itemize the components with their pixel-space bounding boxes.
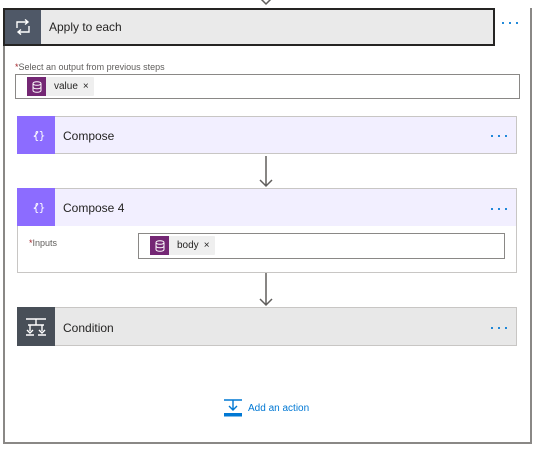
add-action-icon [224,399,242,417]
svg-text:}: } [39,129,46,142]
value-token[interactable]: value × [27,77,94,96]
code-braces-icon: { } [17,188,55,226]
add-action-label: Add an action [248,402,310,414]
inputs-label: *Inputs [29,238,57,248]
body-token-label: body [177,240,199,251]
body-token[interactable]: body × [150,236,215,255]
select-output-label-text: Select an output from previous steps [18,62,165,72]
connector-arrow [259,156,273,188]
database-icon [27,77,46,96]
compose-more-menu[interactable]: ··· [489,126,510,144]
compose-title: Compose [63,129,115,143]
condition-branch-icon [17,307,55,346]
apply-to-each-title: Apply to each [49,20,122,34]
connector-arrow [259,273,273,307]
select-output-label: *Select an output from previous steps [15,62,165,72]
compose-4-title: Compose 4 [63,201,125,215]
value-token-label: value [54,81,78,92]
apply-to-each-more-menu[interactable]: ··· [500,13,521,31]
add-action-button[interactable]: Add an action [222,398,309,418]
loop-icon [5,10,41,44]
inputs-label-text: Inputs [32,238,58,248]
inputs-field[interactable]: body × [138,233,505,259]
condition-more-menu[interactable]: ··· [489,318,510,336]
svg-text:}: } [39,201,46,214]
select-output-field[interactable]: value × [15,74,520,99]
code-braces-icon: { } [17,116,55,154]
database-icon [150,236,169,255]
compose-4-more-menu[interactable]: ··· [489,199,510,217]
body-token-remove[interactable]: × [199,240,215,251]
condition-title: Condition [63,321,114,335]
value-token-remove[interactable]: × [78,81,94,92]
connector-arrow-in [260,0,272,6]
